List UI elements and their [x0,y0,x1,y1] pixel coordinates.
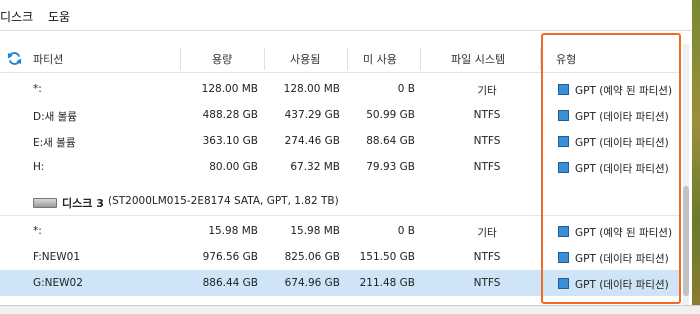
type-column-highlight-box [541,33,681,304]
capacity-value: 488.28 GB [202,109,258,121]
used-value: 274.46 GB [284,135,340,147]
unused-value: 211.48 GB [359,277,415,289]
capacity-value: 128.00 MB [201,83,258,95]
column-divider[interactable] [264,48,265,70]
filesystem-value: 기타 [477,85,497,97]
partition-name: H: [33,161,45,173]
filesystem-value: NTFS [473,161,501,173]
used-value: 674.96 GB [284,277,340,289]
used-value: 437.29 GB [284,109,340,121]
used-value: 825.06 GB [284,251,340,263]
menu-help[interactable]: 도움 [48,8,70,25]
filesystem-value: 기타 [477,227,497,239]
column-divider[interactable] [180,48,181,70]
partition-name: G:NEW02 [33,277,83,289]
desktop-background-edge [692,0,700,313]
unused-value: 50.99 GB [366,109,415,121]
column-divider[interactable] [347,48,348,70]
partition-name: F:NEW01 [33,251,80,263]
filesystem-value: NTFS [473,109,501,121]
menu-disk[interactable]: 디스크 [0,8,33,25]
column-header-used[interactable]: 사용됨 [290,51,320,67]
column-header-unused[interactable]: 미 사용 [363,51,397,67]
capacity-value: 976.56 GB [202,251,258,263]
column-divider[interactable] [420,48,421,70]
filesystem-value: NTFS [473,135,501,147]
partition-name: E:새 볼륨 [33,137,76,149]
unused-value: 151.50 GB [359,251,415,263]
partition-name: *: [33,83,42,95]
capacity-value: 80.00 GB [209,161,258,173]
unused-value: 88.64 GB [366,135,415,147]
partition-name: *: [33,225,42,237]
unused-value: 79.93 GB [366,161,415,173]
capacity-value: 886.44 GB [202,277,258,289]
menu-bar: 디스크 도움 [0,0,692,31]
partition-name: D:새 볼륨 [33,111,77,123]
capacity-value: 15.98 MB [208,225,258,237]
refresh-icon[interactable] [7,51,22,66]
filesystem-value: NTFS [473,277,501,289]
unused-value: 0 B [397,225,415,237]
used-value: 128.00 MB [283,83,340,95]
disk-info: (ST2000LM015-2E8174 SATA, GPT, 1.82 TB) [108,195,339,207]
column-header-filesystem[interactable]: 파일 시스템 [451,51,505,67]
capacity-value: 363.10 GB [202,135,258,147]
unused-value: 0 B [397,83,415,95]
used-value: 67.32 MB [290,161,340,173]
scrollbar-thumb[interactable] [683,186,689,296]
disk-name: 디스크 3 [62,197,104,210]
column-header-capacity[interactable]: 용량 [212,51,232,67]
column-header-partition[interactable]: 파티션 [33,51,63,67]
filesystem-value: NTFS [473,251,501,263]
hard-disk-icon [33,198,57,208]
used-value: 15.98 MB [290,225,340,237]
